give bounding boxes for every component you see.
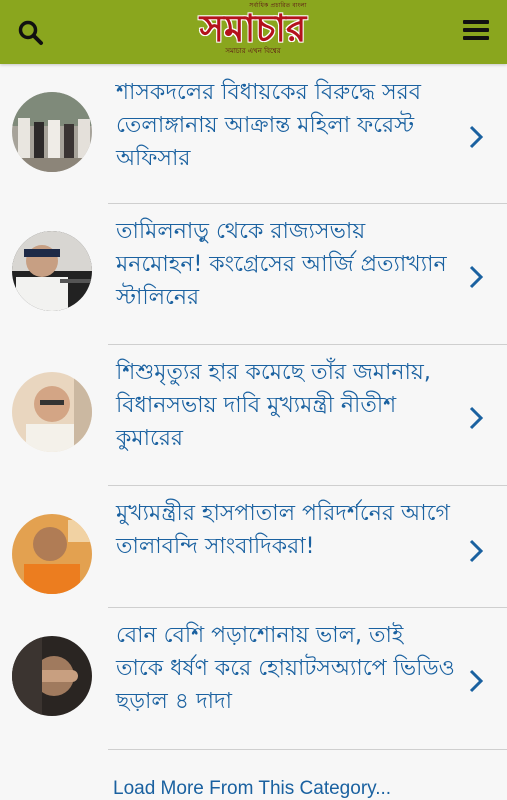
- chevron-right-icon[interactable]: [467, 124, 485, 150]
- article-thumbnail: [12, 372, 92, 452]
- search-icon[interactable]: [16, 18, 46, 48]
- article-title[interactable]: তামিলনাড়ু থেকে রাজ্যসভায় মনমোহন! কংগ্র…: [116, 215, 456, 314]
- chevron-right-icon[interactable]: [467, 264, 485, 290]
- article-thumbnail: [12, 231, 92, 311]
- logo-text: সমাচার: [199, 6, 307, 50]
- site-logo[interactable]: সর্বাধিক প্রচারিত বাংলা সমাচার সমাচার এখ…: [174, 2, 332, 58]
- divider: [108, 749, 507, 750]
- chevron-right-icon[interactable]: [467, 405, 485, 431]
- article-thumbnail: [12, 636, 92, 716]
- hamburger-menu-icon[interactable]: [463, 20, 489, 44]
- logo-tagline-bottom: সমাচার এখন বিশ্বের: [225, 47, 281, 55]
- article-thumbnail: [12, 92, 92, 172]
- article-title[interactable]: বোন বেশি পড়াশোনায় ভাল, তাই তাকে ধর্ষণ …: [116, 619, 456, 718]
- list-item[interactable]: তামিলনাড়ু থেকে রাজ্যসভায় মনমোহন! কংগ্র…: [0, 204, 507, 345]
- list-item[interactable]: বোন বেশি পড়াশোনায় ভাল, তাই তাকে ধর্ষণ …: [0, 608, 507, 750]
- chevron-right-icon[interactable]: [467, 668, 485, 694]
- list-item[interactable]: শাসকদলের বিধায়কের বিরুদ্ধে সরব তেলাঙ্গা…: [0, 64, 507, 204]
- app-header: সর্বাধিক প্রচারিত বাংলা সমাচার সমাচার এখ…: [0, 0, 507, 64]
- list-item[interactable]: মুখ্যমন্ত্রীর হাসপাতাল পরিদর্শনের আগে তা…: [0, 486, 507, 608]
- article-title[interactable]: মুখ্যমন্ত্রীর হাসপাতাল পরিদর্শনের আগে তা…: [116, 497, 456, 563]
- article-thumbnail: [12, 514, 92, 594]
- list-item[interactable]: শিশুমৃত্যুর হার কমেছে তাঁর জমানায়, বিধা…: [0, 345, 507, 486]
- load-more-link[interactable]: Load More From This Category...: [113, 778, 391, 800]
- article-title[interactable]: শাসকদলের বিধায়কের বিরুদ্ধে সরব তেলাঙ্গা…: [116, 76, 456, 175]
- chevron-right-icon[interactable]: [467, 538, 485, 564]
- article-title[interactable]: শিশুমৃত্যুর হার কমেছে তাঁর জমানায়, বিধা…: [116, 356, 456, 455]
